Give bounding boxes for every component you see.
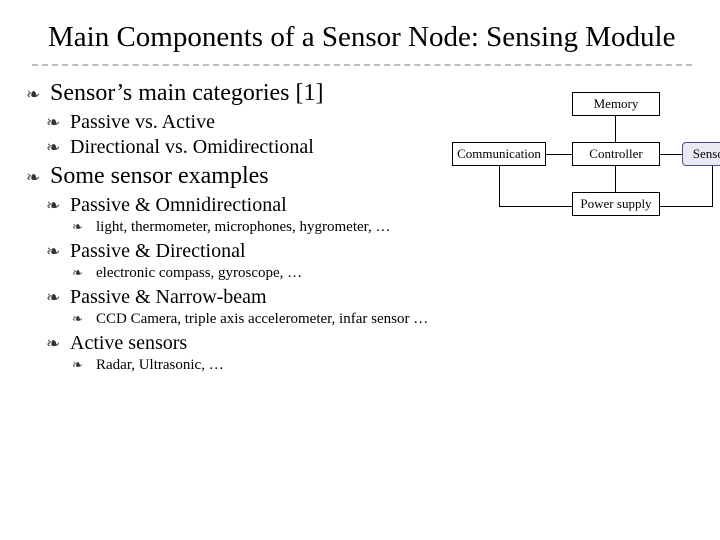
connector-line <box>660 206 712 207</box>
slide: Main Components of a Sensor Node: Sensin… <box>0 0 720 540</box>
bullet-icon: ❧ <box>72 265 96 281</box>
bullet-icon: ❧ <box>46 113 70 133</box>
box-controller: Controller <box>572 142 660 166</box>
content-area: ❧ Sensor’s main categories [1] ❧ Passive… <box>48 80 692 374</box>
connector-line <box>499 206 572 207</box>
bullet-icon: ❧ <box>26 85 50 105</box>
connector-line <box>499 166 500 207</box>
item-active: ❧ Active sensors <box>46 332 692 355</box>
bullet-icon: ❧ <box>46 334 70 354</box>
bullet-icon: ❧ <box>46 138 70 158</box>
box-communication: Communication <box>452 142 546 166</box>
bullet-icon: ❧ <box>46 242 70 262</box>
heading-categories: Sensor’s main categories [1] <box>50 80 323 107</box>
box-sensors: Sensors <box>682 142 720 166</box>
heading-examples: Some sensor examples <box>50 163 269 190</box>
box-power: Power supply <box>572 192 660 216</box>
detail-directional: ❧ electronic compass, gyroscope, … <box>72 265 692 282</box>
bullet-icon: ❧ <box>46 288 70 308</box>
connector-line <box>712 166 713 207</box>
connector-line <box>660 154 682 155</box>
bullet-icon: ❧ <box>72 311 96 327</box>
detail-active: ❧ Radar, Ultrasonic, … <box>72 357 692 374</box>
bullet-icon: ❧ <box>72 357 96 373</box>
architecture-diagram: Memory Communication Controller Sensors … <box>432 92 712 222</box>
box-memory: Memory <box>572 92 660 116</box>
slide-title: Main Components of a Sensor Node: Sensin… <box>48 20 692 54</box>
detail-narrow: ❧ CCD Camera, triple axis accelerometer,… <box>72 311 692 328</box>
item-narrow: ❧ Passive & Narrow-beam <box>46 286 692 309</box>
connector-line <box>546 154 572 155</box>
title-divider <box>32 64 692 66</box>
bullet-icon: ❧ <box>46 196 70 216</box>
connector-line <box>615 116 616 142</box>
bullet-icon: ❧ <box>26 168 50 188</box>
bullet-icon: ❧ <box>72 219 96 235</box>
connector-line <box>615 166 616 192</box>
item-directional-ex: ❧ Passive & Directional <box>46 240 692 263</box>
